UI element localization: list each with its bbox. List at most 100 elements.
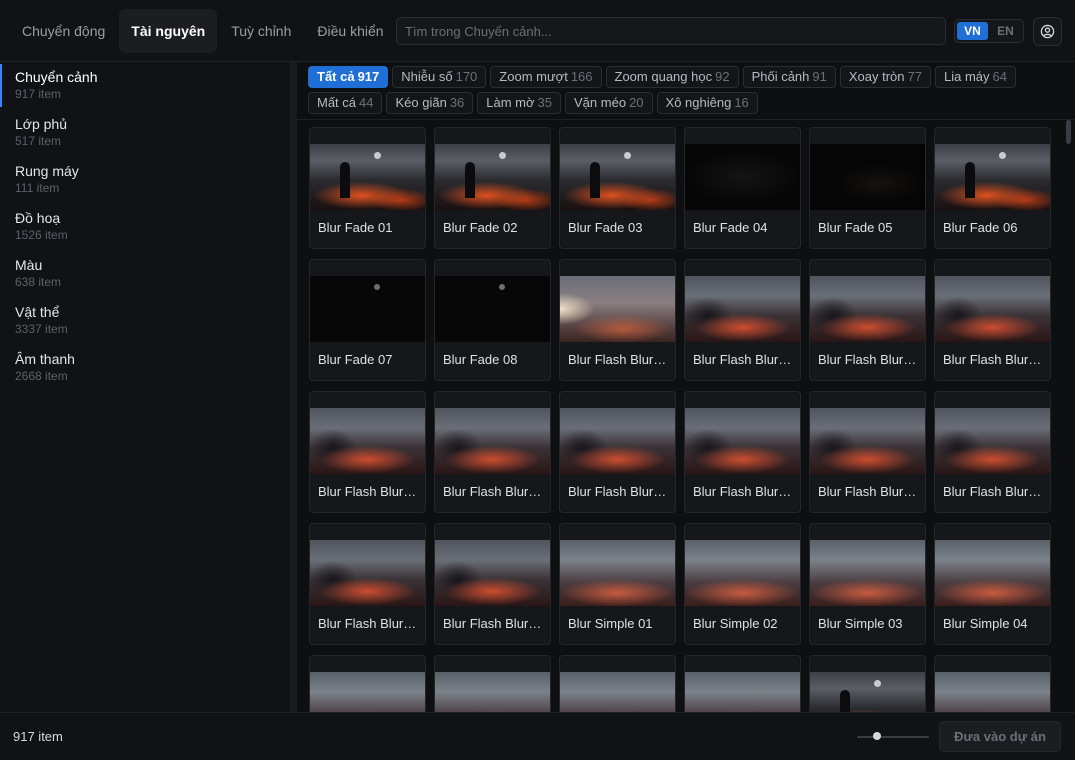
asset-card[interactable]: Blur Flash Blur ... bbox=[434, 523, 551, 645]
asset-card[interactable]: Blur Flash Blur ... bbox=[559, 259, 676, 381]
filter-chip[interactable]: Tất cả 917 bbox=[308, 66, 389, 88]
grid-scrollbar[interactable] bbox=[1064, 120, 1072, 712]
scrollbar-thumb[interactable] bbox=[1066, 120, 1071, 144]
account-button[interactable] bbox=[1033, 17, 1062, 46]
sidebar-item[interactable]: Lớp phủ 517 item bbox=[0, 109, 290, 156]
filter-chip[interactable]: Mất cá 44 bbox=[308, 92, 383, 114]
asset-label: Blur Flash Blur ... bbox=[568, 352, 668, 367]
sidebar-item[interactable]: Âm thanh 2668 item bbox=[0, 344, 290, 391]
asset-card[interactable] bbox=[684, 655, 801, 712]
asset-thumbnail bbox=[685, 144, 800, 210]
asset-card[interactable]: Blur Flash Blur ... bbox=[934, 259, 1051, 381]
asset-thumbnail bbox=[310, 408, 425, 474]
sidebar-item[interactable]: Vật thể 3337 item bbox=[0, 297, 290, 344]
chip-count: 91 bbox=[812, 69, 827, 84]
asset-label: Blur Flash Blur ... bbox=[318, 484, 418, 499]
add-to-project-button[interactable]: Đưa vào dự án bbox=[939, 721, 1061, 752]
asset-thumbnail bbox=[810, 144, 925, 210]
asset-card[interactable]: Blur Simple 01 bbox=[559, 523, 676, 645]
filter-chip[interactable]: Zoom quang học 92 bbox=[605, 66, 739, 88]
filter-chip[interactable]: Xô nghiêng 16 bbox=[656, 92, 758, 114]
asset-card[interactable]: Blur Fade 08 bbox=[434, 259, 551, 381]
asset-card[interactable]: Blur Flash Blur ... bbox=[809, 391, 926, 513]
asset-card[interactable]: Blur Simple 04 bbox=[934, 523, 1051, 645]
filter-chips: Tất cả 917 Nhiễu số 170 Zoom mượt 166 Zoom qua… bbox=[308, 66, 1058, 114]
tab-0[interactable]: Chuyển động bbox=[10, 9, 117, 53]
tab-3[interactable]: Điều khiển bbox=[305, 9, 395, 53]
filter-chip[interactable]: Làm mờ 35 bbox=[477, 92, 562, 114]
asset-thumbnail bbox=[810, 672, 925, 712]
sidebar-item[interactable]: Màu 638 item bbox=[0, 250, 290, 297]
asset-card[interactable]: Blur Flash Blur ... bbox=[684, 391, 801, 513]
thumbnail-size-slider[interactable] bbox=[857, 732, 929, 740]
asset-thumbnail bbox=[560, 144, 675, 210]
chip-label: Vặn méo bbox=[574, 95, 627, 110]
asset-label: Blur Fade 05 bbox=[818, 220, 893, 235]
asset-thumbnail bbox=[685, 408, 800, 474]
asset-card[interactable]: Blur Fade 02 bbox=[434, 127, 551, 249]
asset-card[interactable]: Blur Simple 02 bbox=[684, 523, 801, 645]
lang-en-button[interactable]: EN bbox=[990, 22, 1021, 40]
filter-chip[interactable]: Zoom mượt 166 bbox=[490, 66, 602, 88]
asset-card[interactable]: Blur Fade 06 bbox=[934, 127, 1051, 249]
filter-chip[interactable]: Vặn méo 20 bbox=[565, 92, 653, 114]
chip-count: 77 bbox=[907, 69, 922, 84]
asset-card[interactable]: Blur Fade 04 bbox=[684, 127, 801, 249]
chip-label: Làm mờ bbox=[486, 95, 535, 110]
asset-thumbnail bbox=[685, 540, 800, 606]
filter-chip[interactable]: Nhiễu số 170 bbox=[392, 66, 487, 88]
asset-card[interactable]: Blur Simple 03 bbox=[809, 523, 926, 645]
chip-label: Phối cảnh bbox=[751, 69, 810, 84]
tab-2[interactable]: Tuỳ chỉnh bbox=[219, 9, 303, 53]
asset-card[interactable]: Blur Flash Blur ... bbox=[434, 391, 551, 513]
chip-count: 20 bbox=[629, 95, 644, 110]
asset-label: Blur Fade 06 bbox=[943, 220, 1018, 235]
asset-label: Blur Flash Blur ... bbox=[693, 484, 793, 499]
asset-card[interactable]: Blur Fade 05 bbox=[809, 127, 926, 249]
asset-label: Blur Flash Blur ... bbox=[818, 484, 918, 499]
asset-label: Blur Fade 04 bbox=[693, 220, 768, 235]
asset-thumbnail bbox=[435, 276, 550, 342]
sidebar-item[interactable]: Chuyển cảnh 917 item bbox=[0, 62, 290, 109]
asset-label: Blur Fade 01 bbox=[318, 220, 393, 235]
asset-label: Blur Simple 04 bbox=[943, 616, 1028, 631]
asset-thumbnail bbox=[935, 408, 1050, 474]
sidebar-scrollbar[interactable] bbox=[291, 62, 297, 712]
slider-track[interactable] bbox=[857, 736, 929, 738]
asset-label: Blur Simple 03 bbox=[818, 616, 903, 631]
sidebar-item-label: Chuyển cảnh bbox=[15, 69, 98, 85]
chip-count: 16 bbox=[734, 95, 749, 110]
filter-chip[interactable]: Kéo giãn 36 bbox=[386, 92, 474, 114]
sidebar-item-label: Lớp phủ bbox=[15, 116, 68, 132]
filter-chip[interactable]: Xoay tròn 77 bbox=[839, 66, 931, 88]
asset-card[interactable]: Blur Flash Blur ... bbox=[934, 391, 1051, 513]
sidebar-item[interactable]: Đồ hoạ 1526 item bbox=[0, 203, 290, 250]
asset-card[interactable] bbox=[934, 655, 1051, 712]
asset-card[interactable] bbox=[434, 655, 551, 712]
asset-label: Blur Flash Blur ... bbox=[443, 484, 543, 499]
sidebar-item[interactable]: Rung máy 111 item bbox=[0, 156, 290, 203]
asset-card[interactable]: Blur Flash Blur ... bbox=[309, 523, 426, 645]
asset-card[interactable] bbox=[309, 655, 426, 712]
search-input[interactable] bbox=[396, 17, 946, 45]
tab-1[interactable]: Tài nguyên bbox=[119, 9, 218, 53]
asset-card[interactable]: Blur Fade 03 bbox=[559, 127, 676, 249]
language-toggle[interactable]: VN EN bbox=[954, 19, 1024, 43]
asset-card[interactable]: Blur Flash Blur ... bbox=[684, 259, 801, 381]
asset-grid: Blur Fade 01 Blur Fade 02 Blur Fade 03 Blur… bbox=[309, 127, 1054, 712]
item-count: 917 item bbox=[13, 729, 63, 744]
slider-handle[interactable] bbox=[873, 732, 881, 740]
asset-card[interactable] bbox=[559, 655, 676, 712]
asset-card[interactable]: Blur Fade 07 bbox=[309, 259, 426, 381]
user-circle-icon bbox=[1040, 24, 1055, 39]
asset-card[interactable]: Blur Flash Blur ... bbox=[809, 259, 926, 381]
asset-label: Blur Flash Blur ... bbox=[818, 352, 918, 367]
filter-chip[interactable]: Lia máy 64 bbox=[934, 66, 1016, 88]
asset-card[interactable]: Blur Flash Blur ... bbox=[309, 391, 426, 513]
chip-label: Xô nghiêng bbox=[665, 95, 732, 110]
filter-chip[interactable]: Phối cảnh 91 bbox=[742, 66, 836, 88]
asset-card[interactable]: Blur Fade 01 bbox=[309, 127, 426, 249]
asset-card[interactable] bbox=[809, 655, 926, 712]
lang-vn-button[interactable]: VN bbox=[957, 22, 988, 40]
asset-card[interactable]: Blur Flash Blur ... bbox=[559, 391, 676, 513]
